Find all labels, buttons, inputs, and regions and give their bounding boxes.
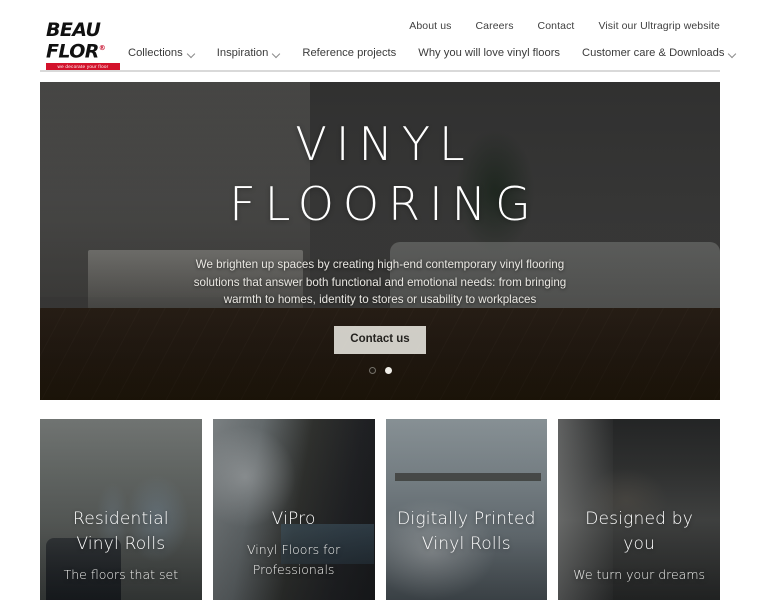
nav-item-why-vinyl-floors[interactable]: Why you will love vinyl floors — [418, 46, 560, 60]
card-title: Digitally Printed Vinyl Rolls — [397, 509, 536, 554]
main-nav: Collections Inspiration Reference projec… — [128, 46, 736, 60]
utility-link-about-us[interactable]: About us — [409, 20, 451, 33]
hero-title-line-1: VINYL — [295, 117, 474, 171]
logo-line-beau: BEAU — [46, 19, 122, 41]
card-residential-vinyl-rolls[interactable]: Residential Vinyl Rolls The floors that … — [40, 419, 202, 600]
hero-title: VINYL FLOORING — [220, 114, 539, 234]
chevron-down-icon — [729, 51, 736, 58]
utility-link-ultragrip[interactable]: Visit our Ultragrip website — [598, 20, 720, 33]
hero-description: We brighten up spaces by creating high-e… — [193, 258, 567, 306]
hero-content: VINYL FLOORING We brighten up spaces by … — [40, 82, 720, 400]
chevron-down-icon — [273, 51, 280, 58]
utility-link-careers[interactable]: Careers — [476, 20, 514, 33]
card-designed-by-you[interactable]: Designed by you We turn your dreams — [558, 419, 720, 600]
nav-label-why-vinyl-floors: Why you will love vinyl floors — [418, 47, 561, 59]
card-text-block: Designed by you We turn your dreams — [558, 507, 720, 585]
brand-logo[interactable]: BEAU FLOR® we decorate your floor — [46, 19, 122, 71]
utility-nav: About us Careers Contact Visit our Ultra… — [409, 20, 720, 33]
card-subtitle: We turn your dreams — [573, 567, 706, 582]
utility-link-contact[interactable]: Contact — [538, 20, 575, 33]
nav-item-collections[interactable]: Collections — [128, 46, 195, 60]
hero-contact-us-button[interactable]: Contact us — [334, 325, 426, 354]
logo-line-flor: FLOR® — [46, 40, 122, 63]
hero-title-line-2: FLOORING — [229, 177, 540, 231]
card-subtitle: Vinyl Floors for Professionals — [246, 542, 341, 577]
card-digitally-printed-vinyl-rolls[interactable]: Digitally Printed Vinyl Rolls — [385, 419, 548, 600]
carousel-dots — [368, 366, 392, 374]
card-text-block: Residential Vinyl Rolls The floors that … — [40, 507, 202, 585]
carousel-dot-2-active[interactable] — [384, 366, 392, 374]
nav-label-reference-projects: Reference projects — [302, 47, 397, 59]
card-vipro[interactable]: ViPro Vinyl Floors for Professionals — [212, 419, 375, 600]
nav-item-reference-projects[interactable]: Reference projects — [302, 46, 396, 60]
logo-registered-mark: ® — [98, 44, 106, 52]
page-root: BEAU FLOR® we decorate your floor About … — [0, 0, 760, 600]
logo-text-flor: FLOR — [46, 40, 99, 63]
card-subtitle: The floors that set — [63, 567, 179, 582]
card-text-block: Digitally Printed Vinyl Rolls — [386, 507, 548, 565]
nav-label-inspiration: Inspiration — [216, 47, 269, 59]
card-title: Designed by you — [585, 509, 694, 554]
card-title: Residential Vinyl Rolls — [72, 509, 169, 554]
nav-item-customer-care-downloads[interactable]: Customer care & Downloads — [582, 46, 736, 60]
nav-label-customer-care-downloads: Customer care & Downloads — [582, 47, 725, 59]
hero-banner: VINYL FLOORING We brighten up spaces by … — [40, 82, 720, 400]
nav-item-inspiration[interactable]: Inspiration — [217, 46, 281, 60]
category-card-row: Residential Vinyl Rolls The floors that … — [40, 419, 720, 600]
card-text-block: ViPro Vinyl Floors for Professionals — [213, 507, 375, 580]
site-header: BEAU FLOR® we decorate your floor About … — [0, 0, 760, 72]
chevron-down-icon — [188, 51, 195, 58]
card-title: ViPro — [271, 509, 316, 529]
nav-label-collections: Collections — [128, 47, 183, 59]
logo-text-beau: BEAU — [46, 19, 101, 41]
carousel-dot-1[interactable] — [368, 366, 376, 374]
header-divider — [40, 70, 720, 72]
